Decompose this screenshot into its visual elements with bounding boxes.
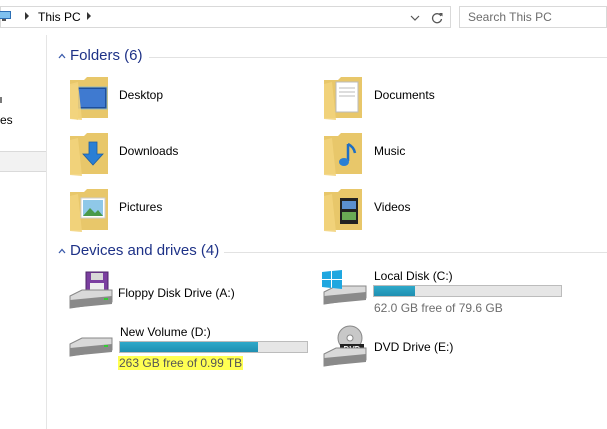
documents-folder-icon <box>324 77 362 120</box>
chevron-up-icon[interactable] <box>58 53 66 59</box>
capacity-bar-fill <box>120 342 259 352</box>
this-pc-icon <box>0 11 11 21</box>
nav-item-label[interactable]: es <box>0 113 13 127</box>
folder-label: Desktop <box>119 88 164 102</box>
drive-floppy-a[interactable]: Floppy Disk Drive (A:) <box>66 270 266 320</box>
chevron-up-icon[interactable] <box>58 248 66 254</box>
drive-free-space: 263 GB free of 0.99 TB <box>118 356 244 370</box>
group-divider <box>149 57 607 58</box>
breadcrumb-separator-icon[interactable] <box>87 12 91 20</box>
desktop-folder-icon <box>70 77 108 120</box>
folder-label: Downloads <box>119 144 179 158</box>
dvd-drive-icon: DVD <box>323 325 367 367</box>
folder-videos[interactable]: Videos <box>322 184 522 236</box>
drive-name: Local Disk (C:) <box>374 269 453 283</box>
hard-drive-icon <box>69 337 113 357</box>
pictures-folder-icon <box>70 189 108 232</box>
folders-group-header[interactable]: Folders (6) <box>58 47 607 67</box>
folder-documents[interactable]: Documents <box>322 72 522 124</box>
folders-group-title: Folders (6) <box>70 47 143 64</box>
windows-drive-icon <box>322 270 367 305</box>
floppy-drive-icon <box>69 271 113 309</box>
breadcrumb-this-pc[interactable]: This PC <box>38 10 81 24</box>
folder-label: Videos <box>374 200 411 214</box>
highlight: 263 GB free of 0.99 TB <box>118 356 244 370</box>
capacity-bar-fill <box>374 286 416 296</box>
nav-item-selected[interactable] <box>0 151 46 172</box>
search-box[interactable] <box>459 6 607 28</box>
capacity-bar <box>119 341 308 353</box>
drive-name: DVD Drive (E:) <box>374 340 454 354</box>
drive-name: New Volume (D:) <box>120 325 211 339</box>
search-input[interactable] <box>460 7 606 27</box>
folder-desktop[interactable]: Desktop <box>68 72 268 124</box>
videos-folder-icon <box>324 189 362 232</box>
address-bar-row: This PC <box>0 0 607 35</box>
drive-local-c[interactable]: Local Disk (C:) 62.0 GB free of 79.6 GB <box>320 268 565 318</box>
drive-free-space: 62.0 GB free of 79.6 GB <box>374 301 503 315</box>
drives-group-header[interactable]: Devices and drives (4) <box>58 242 607 262</box>
group-divider <box>224 252 607 253</box>
folder-label: Music <box>374 144 406 158</box>
breadcrumb-separator-icon[interactable] <box>25 12 29 20</box>
drive-dvd-e[interactable]: DVD DVD Drive (E:) <box>320 324 520 374</box>
capacity-bar <box>373 285 562 297</box>
folder-music[interactable]: Music <box>322 128 522 180</box>
downloads-folder-icon <box>70 133 108 176</box>
address-bar[interactable]: This PC <box>0 6 451 28</box>
folder-pictures[interactable]: Pictures <box>68 184 268 236</box>
refresh-icon[interactable] <box>430 11 444 25</box>
chevron-down-icon[interactable] <box>409 12 421 24</box>
drive-new-volume-d[interactable]: New Volume (D:) 263 GB free of 0.99 TB <box>66 324 311 374</box>
folder-label: Documents <box>374 88 435 102</box>
drives-group-title: Devices and drives (4) <box>70 242 220 259</box>
folder-label: Pictures <box>119 200 163 214</box>
nav-item-marker <box>0 97 2 103</box>
drive-name: Floppy Disk Drive (A:) <box>118 286 235 300</box>
music-folder-icon <box>324 133 362 176</box>
folder-downloads[interactable]: Downloads <box>68 128 268 180</box>
navigation-pane: es <box>0 35 47 429</box>
